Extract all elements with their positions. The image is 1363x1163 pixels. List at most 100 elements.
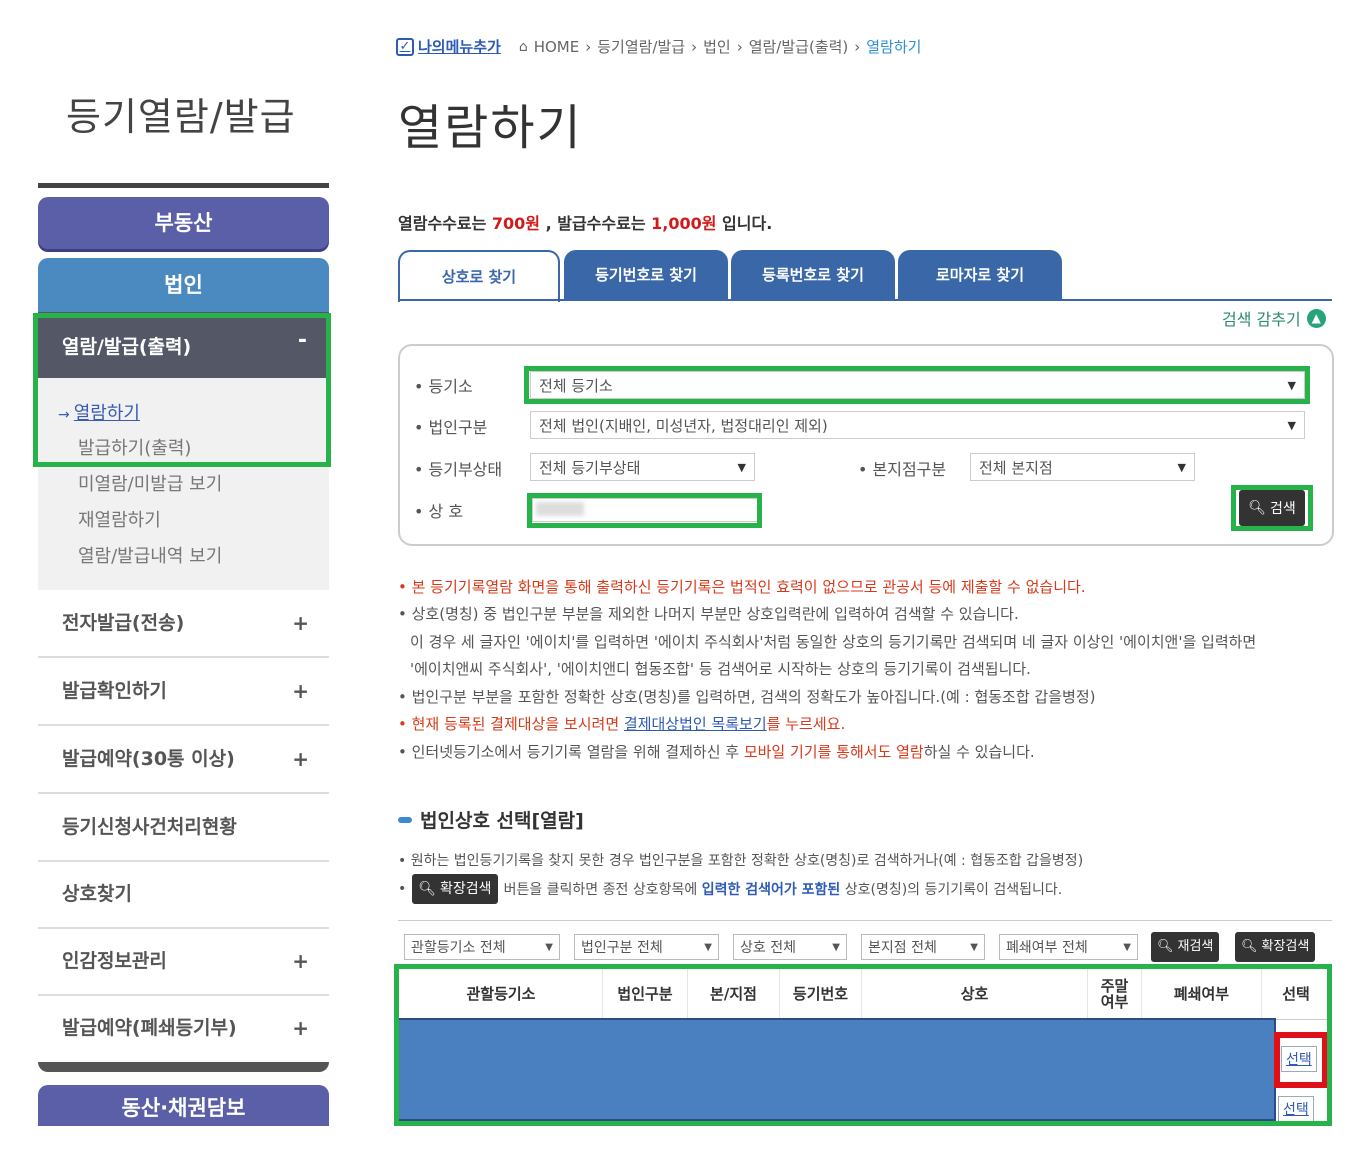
sidebar-item-e-issue[interactable]: 전자발급(전송) +: [38, 590, 329, 658]
research-button[interactable]: 🔍︎ 재검색: [1151, 932, 1220, 962]
section-bullet-icon: [398, 816, 412, 823]
sidebar-item-label: 발급예약(폐쇄등기부): [62, 1017, 237, 1039]
search-icon: 🔍︎: [1241, 939, 1258, 954]
filter-registry[interactable]: 관할등기소 전체 ▼: [404, 934, 560, 960]
sidebar-item-label: 등기신청사건처리현황: [62, 816, 237, 838]
sidebar-bottom-divider: [38, 1062, 329, 1072]
filter-corp-type[interactable]: 법인구분 전체 ▼: [574, 934, 719, 960]
tab-by-reg-number[interactable]: 등기번호로 찾기: [564, 250, 728, 300]
sidebar-top-divider: [38, 183, 329, 188]
chevron-down-icon: ▼: [1123, 941, 1131, 953]
section-title-label: 법인상호 선택[열람]: [420, 810, 584, 832]
breadcrumb-current: 열람하기: [866, 38, 922, 56]
breadcrumb-item[interactable]: 법인: [703, 36, 731, 57]
notice-mobile-pre: • 인터넷등기소에서 등기기록 열람을 위해 결제하신 후: [398, 743, 744, 761]
breadcrumb-item[interactable]: 열람/발급(출력): [749, 36, 849, 57]
add-my-menu-link[interactable]: ✓ 나의메뉴추가: [396, 36, 501, 57]
registry-label: • 등기소: [414, 377, 473, 396]
sidebar-item-unviewed[interactable]: 미열람/미발급 보기: [78, 470, 222, 496]
sidebar-item-history[interactable]: 열람/발급내역 보기: [78, 542, 222, 568]
notice-mobile: • 인터넷등기소에서 등기기록 열람을 위해 결제하신 후 모바일 기기를 통해…: [398, 741, 1035, 762]
sidebar-item-case-status[interactable]: 등기신청사건처리현황: [38, 794, 329, 862]
tab-by-name[interactable]: 상호로 찾기: [398, 250, 560, 302]
notice-payment: • 현재 등록된 결제대상을 보시려면 결제대상법인 목록보기를 누르세요.: [398, 713, 845, 734]
notice-payment-post: 를 누르세요.: [766, 715, 846, 733]
status-select[interactable]: 전체 등기부상태 ▼: [530, 453, 755, 481]
corp-type-select[interactable]: 전체 법인(지배인, 미성년자, 법정대리인 제외) ▼: [530, 411, 1305, 439]
corp-type-label: • 법인구분: [414, 418, 488, 437]
breadcrumb: ✓ 나의메뉴추가 ⌂ HOME › 등기열람/발급 › 법인 › 열람/발급(출력…: [396, 36, 921, 57]
sidebar-item-seal[interactable]: 인감정보관리 +: [38, 928, 329, 996]
expand-icon: +: [292, 679, 309, 703]
sidebar-item-reserve[interactable]: 발급예약(30통 이상) +: [38, 726, 329, 794]
expand-icon: +: [292, 949, 309, 973]
collapse-search-toggle[interactable]: 검색 감추기 ▲: [1222, 306, 1326, 330]
branch-value: 전체 본지점: [979, 458, 1053, 477]
filter-branch-value: 본지점 전체: [868, 940, 937, 956]
tab-by-corp-number[interactable]: 등록번호로 찾기: [731, 250, 895, 300]
sidebar-item-label: 전자발급(전송): [62, 612, 185, 634]
sidebar-item-label: 인감정보관리: [62, 950, 167, 972]
filter-branch[interactable]: 본지점 전체 ▼: [861, 934, 985, 960]
sidebar-item-label: 발급확인하기: [62, 680, 167, 702]
branch-label: • 본지점구분: [858, 460, 947, 479]
notice-name-input: • 상호(명칭) 중 법인구분 부분을 제외한 나머지 부분만 상호입력란에 입…: [398, 605, 1019, 623]
corp-type-value: 전체 법인(지배인, 미성년자, 법정대리인 제외): [539, 416, 828, 435]
sidebar-item-review[interactable]: 재열람하기: [78, 506, 161, 532]
filter-registry-value: 관할등기소 전체: [411, 940, 506, 956]
expand-search-button[interactable]: 🔍︎ 확장검색: [1235, 932, 1316, 962]
status-label: • 등기부상태: [414, 460, 503, 479]
fee-notice: 열람수수료는 700원 , 발급수수료는 1,000원 입니다.: [398, 210, 772, 234]
sidebar-item-name-search[interactable]: 상호찾기: [38, 861, 329, 929]
tab-by-roman[interactable]: 로마자로 찾기: [898, 250, 1062, 300]
notice-example-2: '에이치앤씨 주식회사', '에이치앤디 협동조합' 등 검색어로 시작하는 상…: [410, 660, 1031, 678]
filter-corp-type-value: 법인구분 전체: [581, 940, 663, 956]
breadcrumb-home[interactable]: HOME: [534, 38, 580, 56]
filter-closed[interactable]: 폐쇄여부 전체 ▼: [999, 934, 1138, 960]
sidebar-corp-button[interactable]: 법인: [38, 258, 329, 312]
tab-underline: [398, 299, 1332, 301]
fee-pre: 열람수수료는: [398, 214, 492, 233]
sidebar-title: 등기열람/발급: [66, 95, 296, 139]
expand-search-inline-button[interactable]: 🔍︎ 확장검색: [412, 874, 498, 904]
expand-icon: +: [292, 747, 309, 771]
issue-fee: 1,000원: [651, 214, 717, 233]
sidebar-item-verify[interactable]: 발급확인하기 +: [38, 658, 329, 726]
sidebar-item-closed-reserve[interactable]: 발급예약(폐쇄등기부) +: [38, 995, 329, 1063]
section-title: 법인상호 선택[열람]: [398, 806, 584, 833]
sidebar-item-label: 발급예약(30통 이상): [62, 748, 235, 770]
breadcrumb-sep: ›: [691, 37, 698, 56]
add-my-menu-label: 나의메뉴추가: [418, 38, 501, 56]
name-label: • 상 호: [414, 502, 464, 521]
notice-payment-pre: • 현재 등록된 결제대상을 보시려면: [398, 715, 624, 733]
highlight-box: [527, 493, 762, 528]
highlight-box: [33, 313, 331, 467]
chevron-down-icon: ▼: [1177, 460, 1186, 474]
page-title: 열람하기: [398, 100, 583, 156]
highlight-box: [524, 366, 1310, 404]
payment-list-link[interactable]: 결제대상법인 목록보기: [624, 715, 767, 733]
breadcrumb-item[interactable]: 등기열람/발급: [597, 36, 685, 57]
notice-mobile-red: 모바일 기기를 통해서도 열람: [743, 743, 924, 761]
filter-name-value: 상호 전체: [740, 940, 796, 956]
search-icon: 🔍︎: [1157, 939, 1174, 954]
breadcrumb-sep: ›: [854, 37, 861, 56]
branch-select[interactable]: 전체 본지점 ▼: [970, 453, 1195, 481]
chevron-down-icon: ▼: [545, 941, 553, 953]
hint-post: 상호(명칭)의 등기기록이 검색됩니다.: [840, 882, 1063, 898]
sidebar-realty-button[interactable]: 부동산: [38, 197, 329, 249]
section-hint-1: • 원하는 법인등기기록을 찾지 못한 경우 법인구분을 포함한 정확한 상호(…: [398, 853, 1084, 869]
fee-mid: , 발급수수료는: [540, 214, 652, 233]
expand-search-label: 확장검색: [1261, 939, 1310, 954]
sidebar-movable-button[interactable]: 동산·채권담보: [38, 1085, 329, 1126]
home-icon: ⌂: [518, 38, 528, 55]
view-fee: 700원: [491, 214, 541, 233]
highlight-box: [394, 964, 1332, 1126]
fee-post: 입니다.: [716, 214, 773, 233]
checkbox-icon: ✓: [396, 37, 414, 56]
search-icon: 🔍︎: [418, 881, 437, 897]
bullet: •: [398, 881, 407, 897]
filter-name[interactable]: 상호 전체 ▼: [733, 934, 847, 960]
status-value: 전체 등기부상태: [539, 458, 641, 477]
expand-search-label: 확장검색: [440, 881, 492, 897]
